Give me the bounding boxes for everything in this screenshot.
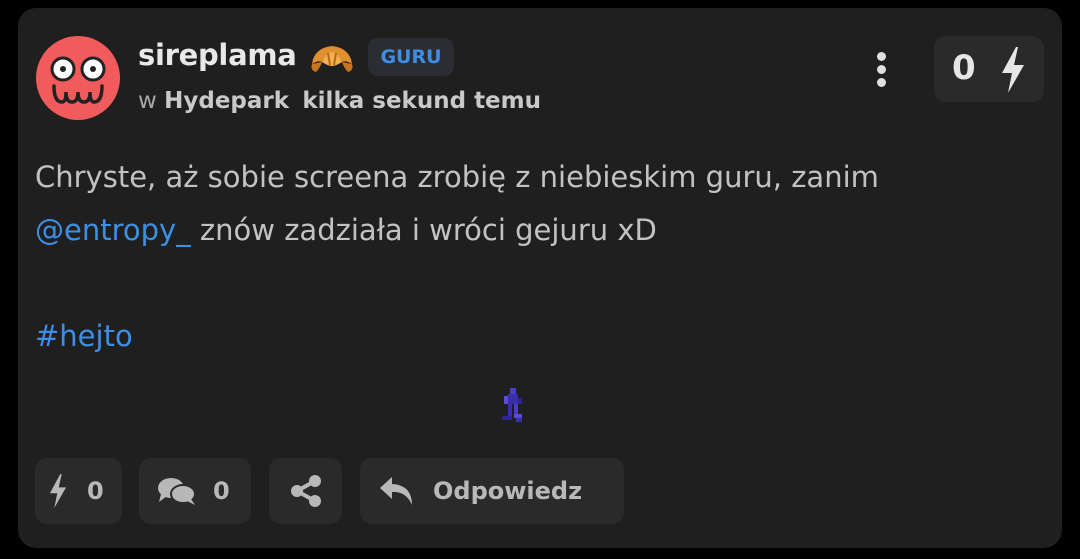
avatar[interactable] — [36, 36, 120, 120]
kebab-menu-icon[interactable] — [870, 52, 892, 92]
author-name[interactable]: sireplama — [138, 38, 297, 72]
share-icon — [291, 475, 321, 507]
like-count: 0 — [87, 477, 104, 505]
pixel-sprite-image — [498, 386, 528, 430]
share-button[interactable] — [269, 458, 342, 524]
content-line-1: Chryste, aż sobie screena zrobię z niebi… — [35, 160, 879, 194]
comments-button[interactable]: 0 — [139, 458, 251, 524]
content-line-2: @entropy_ znów zadziała i wróci gejuru x… — [35, 204, 1035, 257]
bolt-icon — [49, 474, 67, 508]
croissant-icon — [308, 40, 356, 80]
hashtag-link[interactable]: #hejto — [35, 319, 133, 353]
score-box[interactable]: 0 — [934, 36, 1044, 102]
post-content: Chryste, aż sobie screena zrobię z niebi… — [35, 151, 1035, 363]
guru-badge: GURU — [368, 38, 454, 76]
user-mention[interactable]: @entropy_ — [35, 213, 191, 247]
comments-icon — [158, 478, 196, 505]
score-value: 0 — [952, 48, 976, 88]
community-link[interactable]: Hydepark — [164, 88, 289, 114]
post-time: kilka sekund temu — [302, 88, 541, 114]
post-card: sireplama GURU w Hydepark kilka sekund t… — [18, 8, 1062, 548]
reply-icon — [380, 477, 412, 505]
post-meta: w Hydepark kilka sekund temu — [138, 88, 541, 114]
avatar-face-icon — [50, 56, 106, 104]
reply-label: Odpowiedz — [433, 477, 583, 505]
meta-prefix: w — [138, 88, 157, 114]
comment-count: 0 — [213, 477, 230, 505]
bolt-icon — [1002, 47, 1024, 93]
reply-button[interactable]: Odpowiedz — [360, 458, 624, 524]
content-line-2-text: znów zadziała i wróci gejuru xD — [190, 213, 657, 247]
like-button[interactable]: 0 — [35, 458, 122, 524]
